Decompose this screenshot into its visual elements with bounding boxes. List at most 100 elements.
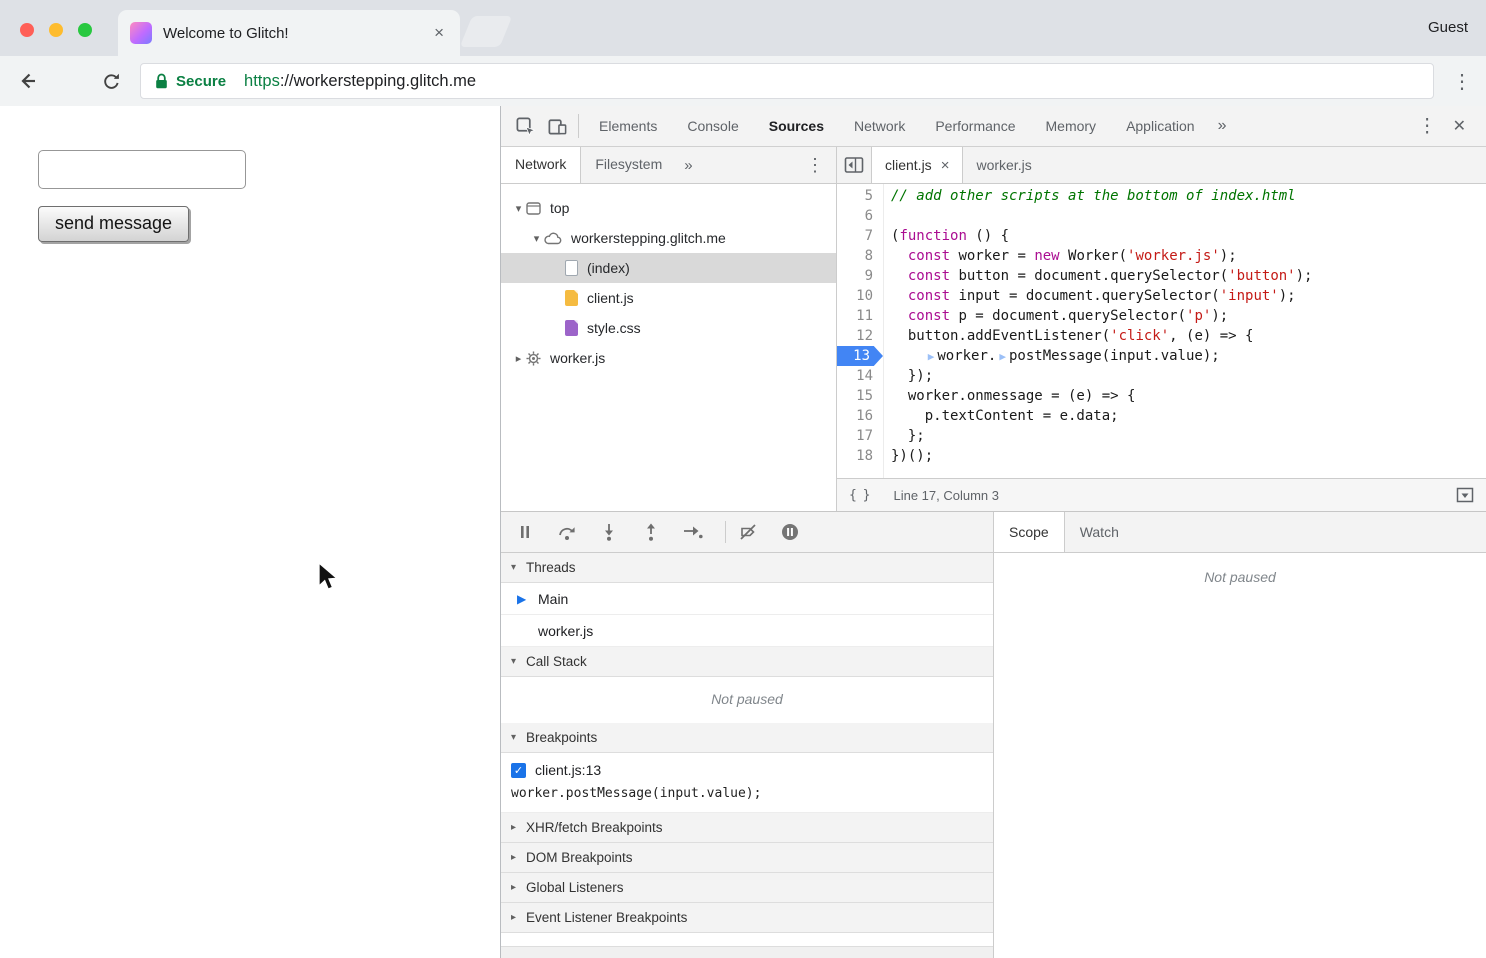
browser-tab[interactable]: Welcome to Glitch! × <box>118 10 460 56</box>
step-into-icon[interactable] <box>597 520 621 544</box>
code-line-18: 18})(); <box>837 446 1486 466</box>
code-text[interactable]: ▶worker.▶postMessage(input.value); <box>883 346 1220 366</box>
call-stack-section-header[interactable]: ▾ Call Stack <box>501 647 993 677</box>
step-over-icon[interactable] <box>555 520 579 544</box>
devtools-tab-memory[interactable]: Memory <box>1031 106 1112 146</box>
line-number[interactable]: 16 <box>837 406 883 426</box>
line-number[interactable]: 7 <box>837 226 883 246</box>
minimize-window-button[interactable] <box>49 23 63 37</box>
thread-item-worker-js[interactable]: worker.js <box>501 615 993 647</box>
line-number[interactable]: 17 <box>837 426 883 446</box>
tab-close-icon[interactable]: × <box>430 23 448 43</box>
cloud-icon <box>544 232 562 245</box>
step-icon[interactable] <box>681 520 705 544</box>
navigator-menu-icon[interactable]: ⋮ <box>794 155 836 176</box>
devtools-tab-sources[interactable]: Sources <box>754 106 839 146</box>
tree-item-client-js[interactable]: client.js <box>501 283 836 313</box>
line-number[interactable]: 11 <box>837 306 883 326</box>
code-text[interactable]: worker.onmessage = (e) => { <box>883 386 1135 406</box>
editor-tab-worker-js[interactable]: worker.js <box>963 147 1044 183</box>
pause-on-exceptions-icon[interactable] <box>778 520 802 544</box>
xhr-fetch-breakpoints-section-header[interactable]: ▸XHR/fetch Breakpoints <box>501 813 993 843</box>
toggle-navigator-icon[interactable] <box>837 156 871 174</box>
code-text[interactable]: }); <box>883 366 933 386</box>
devtools-tab-console[interactable]: Console <box>672 106 753 146</box>
thread-item-main[interactable]: ▶Main <box>501 583 993 615</box>
code-text[interactable]: }; <box>883 426 925 446</box>
editor-tab-client-js[interactable]: client.js× <box>871 147 963 183</box>
line-number[interactable]: 9 <box>837 266 883 286</box>
more-panels-icon[interactable]: » <box>1210 117 1235 135</box>
code-text[interactable]: // add other scripts at the bottom of in… <box>883 186 1296 206</box>
threads-section-header[interactable]: ▾ Threads <box>501 553 993 583</box>
inline-step-marker-icon[interactable]: ▶ <box>999 350 1006 363</box>
pretty-print-icon[interactable]: { } <box>849 488 869 503</box>
back-icon[interactable] <box>10 64 44 98</box>
line-number[interactable]: 10 <box>837 286 883 306</box>
message-input[interactable] <box>38 150 246 189</box>
navigator-tab-filesystem[interactable]: Filesystem <box>581 147 676 183</box>
pause-icon[interactable] <box>513 520 537 544</box>
line-number[interactable]: 5 <box>837 186 883 206</box>
tree-item-index[interactable]: (index) <box>501 253 836 283</box>
section-title: XHR/fetch Breakpoints <box>526 820 663 835</box>
code-text[interactable]: const p = document.querySelector('p'); <box>883 306 1228 326</box>
tree-item-style-css[interactable]: style.css <box>501 313 836 343</box>
triangle-down-icon: ▾ <box>511 732 526 743</box>
devtools-tab-network[interactable]: Network <box>839 106 920 146</box>
code-text[interactable]: button.addEventListener('click', (e) => … <box>883 326 1253 346</box>
code-text[interactable]: const button = document.querySelector('b… <box>883 266 1312 286</box>
line-number[interactable]: 15 <box>837 386 883 406</box>
profile-label[interactable]: Guest <box>1428 19 1468 36</box>
inspect-element-icon[interactable] <box>509 110 541 142</box>
tab-close-icon[interactable]: × <box>941 157 950 174</box>
tree-item-worker-js[interactable]: ▸worker.js <box>501 343 836 373</box>
more-navigator-tabs-icon[interactable]: » <box>676 157 700 174</box>
address-bar[interactable]: Secure https://workerstepping.glitch.me <box>140 63 1434 99</box>
close-window-button[interactable] <box>20 23 34 37</box>
deactivate-breakpoints-icon[interactable] <box>736 520 760 544</box>
frame-icon <box>526 202 541 215</box>
tree-item-workerstepping-glitch-me[interactable]: ▾workerstepping.glitch.me <box>501 223 836 253</box>
code-text[interactable]: const input = document.querySelector('in… <box>883 286 1296 306</box>
devtools-close-icon[interactable]: ✕ <box>1447 116 1478 136</box>
browser-menu-icon[interactable]: ⋮ <box>1448 69 1476 94</box>
breakpoint-line-number[interactable]: 13 <box>837 346 883 366</box>
global-listeners-section-header[interactable]: ▸Global Listeners <box>501 873 993 903</box>
expand-drawer-icon[interactable] <box>1456 487 1474 503</box>
devtools-menu-icon[interactable]: ⋮ <box>1408 115 1447 138</box>
new-tab-button[interactable] <box>460 16 513 47</box>
device-toolbar-icon[interactable] <box>541 110 573 142</box>
code-text[interactable]: (function () { <box>883 226 1009 246</box>
send-message-button[interactable]: send message <box>38 206 189 242</box>
event-listener-breakpoints-section-header[interactable]: ▸Event Listener Breakpoints <box>501 903 993 933</box>
breakpoint-location[interactable]: client.js:13 <box>535 762 601 778</box>
breakpoints-section-header[interactable]: ▾ Breakpoints <box>501 723 993 753</box>
dom-breakpoints-section-header[interactable]: ▸DOM Breakpoints <box>501 843 993 873</box>
devtools-tab-application[interactable]: Application <box>1111 106 1210 146</box>
line-number[interactable]: 12 <box>837 326 883 346</box>
code-text[interactable] <box>883 206 891 226</box>
devtools-tab-elements[interactable]: Elements <box>584 106 672 146</box>
reload-icon[interactable] <box>94 64 128 98</box>
scope-pane-tab-scope[interactable]: Scope <box>994 512 1065 552</box>
code-text[interactable]: })(); <box>883 446 933 466</box>
line-number[interactable]: 6 <box>837 206 883 226</box>
inline-step-marker-icon[interactable]: ▶ <box>928 350 935 363</box>
scope-pane-tab-watch[interactable]: Watch <box>1065 512 1134 552</box>
code-text[interactable]: p.textContent = e.data; <box>883 406 1119 426</box>
file-yellow-icon <box>565 290 578 306</box>
devtools-tab-performance[interactable]: Performance <box>920 106 1030 146</box>
tab-strip: Welcome to Glitch! × Guest <box>0 0 1486 56</box>
code-text[interactable]: const worker = new Worker('worker.js'); <box>883 246 1237 266</box>
line-number[interactable]: 14 <box>837 366 883 386</box>
tree-item-top[interactable]: ▾top <box>501 193 836 223</box>
step-out-icon[interactable] <box>639 520 663 544</box>
horizontal-scrollbar[interactable] <box>501 946 993 958</box>
breakpoint-source-snippet[interactable]: worker.postMessage(input.value); <box>511 786 983 801</box>
line-number[interactable]: 18 <box>837 446 883 466</box>
navigator-tab-network[interactable]: Network <box>501 147 581 183</box>
breakpoint-checkbox[interactable]: ✓ <box>511 763 526 778</box>
line-number[interactable]: 8 <box>837 246 883 266</box>
zoom-window-button[interactable] <box>78 23 92 37</box>
